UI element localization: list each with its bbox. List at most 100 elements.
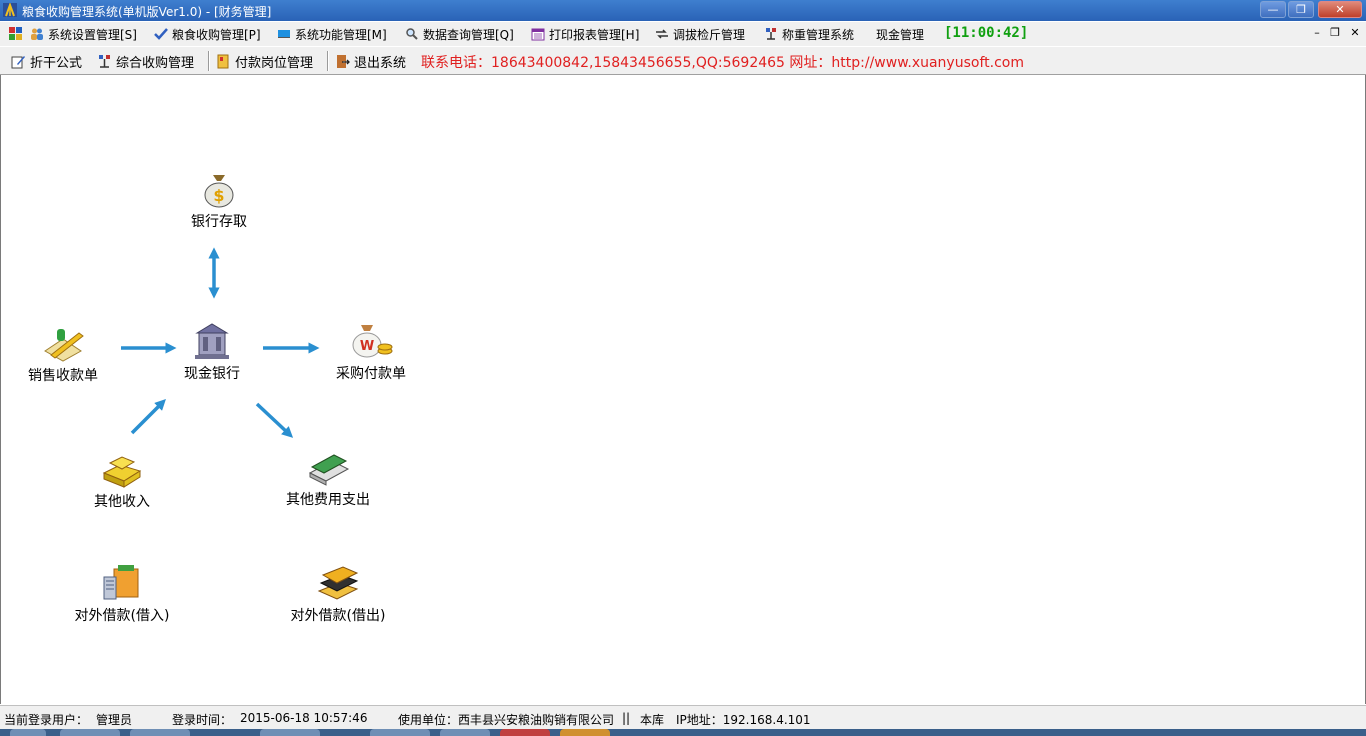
- menu-cash-management[interactable]: 现金管理: [876, 26, 924, 42]
- restore-button[interactable]: ❐: [1288, 1, 1314, 18]
- node-loan-out[interactable]: 对外借款(借出): [286, 563, 390, 625]
- svg-text:$: $: [213, 186, 224, 205]
- status-db: 本库: [640, 713, 665, 727]
- menu-data-query[interactable]: 数据查询管理[Q]: [405, 26, 514, 42]
- node-sales-receipt[interactable]: 销售收款单: [23, 327, 103, 385]
- toolbar-payment-post[interactable]: 付款岗位管理: [216, 52, 314, 71]
- close-button[interactable]: ✕: [1318, 1, 1362, 18]
- node-purchase-payment[interactable]: W 采购付款单: [334, 321, 408, 383]
- taskbar-app-button[interactable]: [560, 729, 610, 736]
- money-bag-icon: $: [204, 175, 234, 208]
- toolbar-label: 折干公式: [30, 55, 83, 71]
- transfer-icon: [656, 29, 668, 39]
- won-bag-icon: W: [352, 325, 393, 358]
- svg-text:W: W: [360, 339, 374, 354]
- toolbar: 折干公式 综合收购管理 付款岗位管理 退出系统 联系电话：18643400842…: [0, 47, 1366, 75]
- users-icon: [31, 28, 43, 40]
- status-user: 管理员: [96, 713, 133, 727]
- node-bank-deposit[interactable]: $ 银行存取: [186, 171, 252, 231]
- node-label: 其他收入: [94, 494, 150, 510]
- toolbar-label: 付款岗位管理: [235, 55, 314, 71]
- node-label: 对外借款(借出): [290, 608, 386, 624]
- taskbar-app-button[interactable]: [60, 729, 120, 736]
- node-label: 现金银行: [184, 366, 240, 382]
- window-title: 粮食收购管理系统(单机版Ver1.0) - [财务管理]: [22, 5, 272, 19]
- taskbar-app-button[interactable]: [500, 729, 550, 736]
- status-company: 使用单位：西丰县兴安粮油购销有限公司: [398, 713, 615, 727]
- menu-label: 系统功能管理[M]: [295, 27, 387, 42]
- loan-out-icon: [317, 566, 359, 600]
- calendar-icon: [531, 28, 545, 41]
- taskbar-start-button[interactable]: [10, 729, 46, 736]
- status-user-label: 当前登录用户：: [4, 713, 89, 727]
- scale-icon: [99, 54, 110, 68]
- taskbar-app-button[interactable]: [440, 729, 490, 736]
- taskbar-app-button[interactable]: [260, 729, 320, 736]
- node-label: 采购付款单: [336, 366, 406, 382]
- mdi-minimize-button[interactable]: –: [1310, 26, 1324, 39]
- arrow-cash-to-expense: [255, 402, 294, 438]
- scale-icon: [766, 28, 776, 40]
- mdi-restore-button[interactable]: ❐: [1328, 26, 1342, 39]
- contact-info: 联系电话：18643400842,15843456655,QQ:5692465 …: [421, 55, 1024, 71]
- toolbar-drying-formula[interactable]: 折干公式: [11, 52, 83, 71]
- menu-transfer-weighing[interactable]: 调拔检斤管理: [655, 26, 745, 42]
- menu-print-reports[interactable]: 打印报表管理[H]: [531, 26, 639, 42]
- node-other-expense[interactable]: 其他费用支出: [283, 451, 373, 509]
- status-login-time: 2015-06-18 10:57:46: [240, 711, 368, 725]
- exit-icon: [337, 54, 350, 68]
- clock: [11:00:42]: [944, 25, 1029, 41]
- menu-label: 粮食收购管理[P]: [172, 27, 261, 42]
- menu-label: 数据查询管理[Q]: [423, 27, 514, 42]
- node-other-income[interactable]: 其他收入: [89, 453, 155, 511]
- menu-label: 称重管理系统: [782, 27, 855, 42]
- menu-grain-purchase[interactable]: 粮食收购管理[P]: [154, 26, 261, 42]
- status-separator: ||: [622, 711, 631, 725]
- edit-icon: [11, 55, 25, 68]
- node-label: 销售收款单: [28, 368, 98, 384]
- app-wheat-icon: [3, 3, 17, 17]
- finance-flow-canvas: $ 银行存取 销售收款单 现金银行 W 采购付款单 其他收入 其他费用支出 对外…: [0, 75, 1366, 704]
- toolbar-integrated-purchase[interactable]: 综合收购管理: [97, 52, 195, 71]
- bank-building-icon: [195, 323, 229, 359]
- status-login-label: 登录时间：: [172, 713, 233, 727]
- taskbar-app-button[interactable]: [130, 729, 190, 736]
- minimize-button[interactable]: —: [1260, 1, 1286, 18]
- node-label: 其他费用支出: [286, 492, 370, 508]
- toolbar-separator: [208, 51, 210, 71]
- menu-label: 打印报表管理[H]: [549, 27, 640, 42]
- cash-stack-icon: [308, 454, 350, 486]
- toolbar-label: 退出系统: [354, 55, 407, 71]
- taskbar-app-button[interactable]: [370, 729, 430, 736]
- status-ip: IP地址：192.168.4.101: [676, 713, 811, 727]
- menu-system-functions[interactable]: 系统功能管理[M]: [277, 26, 387, 42]
- title-bar: 粮食收购管理系统(单机版Ver1.0) - [财务管理] — ❐ ✕: [0, 0, 1366, 21]
- menu-label: 调拔检斤管理: [673, 27, 746, 42]
- close-icon: ✕: [1335, 3, 1345, 16]
- monitor-icon: [278, 30, 290, 38]
- menu-weighing-system[interactable]: 称重管理系统: [764, 26, 854, 42]
- minimize-icon: —: [1267, 3, 1279, 16]
- toolbar-separator: [327, 51, 329, 71]
- check-icon: [154, 28, 168, 40]
- mdi-close-button[interactable]: ✕: [1348, 26, 1362, 39]
- payment-icon: [217, 54, 229, 68]
- menu-system-settings[interactable]: 系统设置管理[S]: [30, 26, 137, 42]
- gold-bars-icon: [102, 456, 142, 488]
- toolbar-label: 综合收购管理: [116, 55, 195, 71]
- loan-in-icon: [103, 565, 139, 600]
- mdi-window-icon: [9, 27, 22, 40]
- node-label: 银行存取: [191, 214, 247, 230]
- menu-bar: 系统设置管理[S] 粮食收购管理[P] 系统功能管理[M] 数据查询管理[Q] …: [0, 22, 1366, 46]
- node-loan-in[interactable]: 对外借款(借入): [67, 563, 177, 625]
- magnifier-icon: [406, 28, 418, 40]
- arrow-income-to-cash: [130, 399, 166, 435]
- restore-icon: ❐: [1296, 3, 1306, 16]
- menu-label: 系统设置管理[S]: [48, 27, 137, 42]
- toolbar-exit[interactable]: 退出系统: [335, 52, 407, 71]
- status-bar: 当前登录用户： 管理员 登录时间： 2015-06-18 10:57:46 使用…: [0, 705, 1366, 730]
- node-label: 对外借款(借入): [74, 608, 170, 624]
- node-cash-bank[interactable]: 现金银行: [179, 321, 245, 383]
- sales-receipt-icon: [44, 329, 84, 362]
- menu-label: 现金管理: [876, 27, 925, 42]
